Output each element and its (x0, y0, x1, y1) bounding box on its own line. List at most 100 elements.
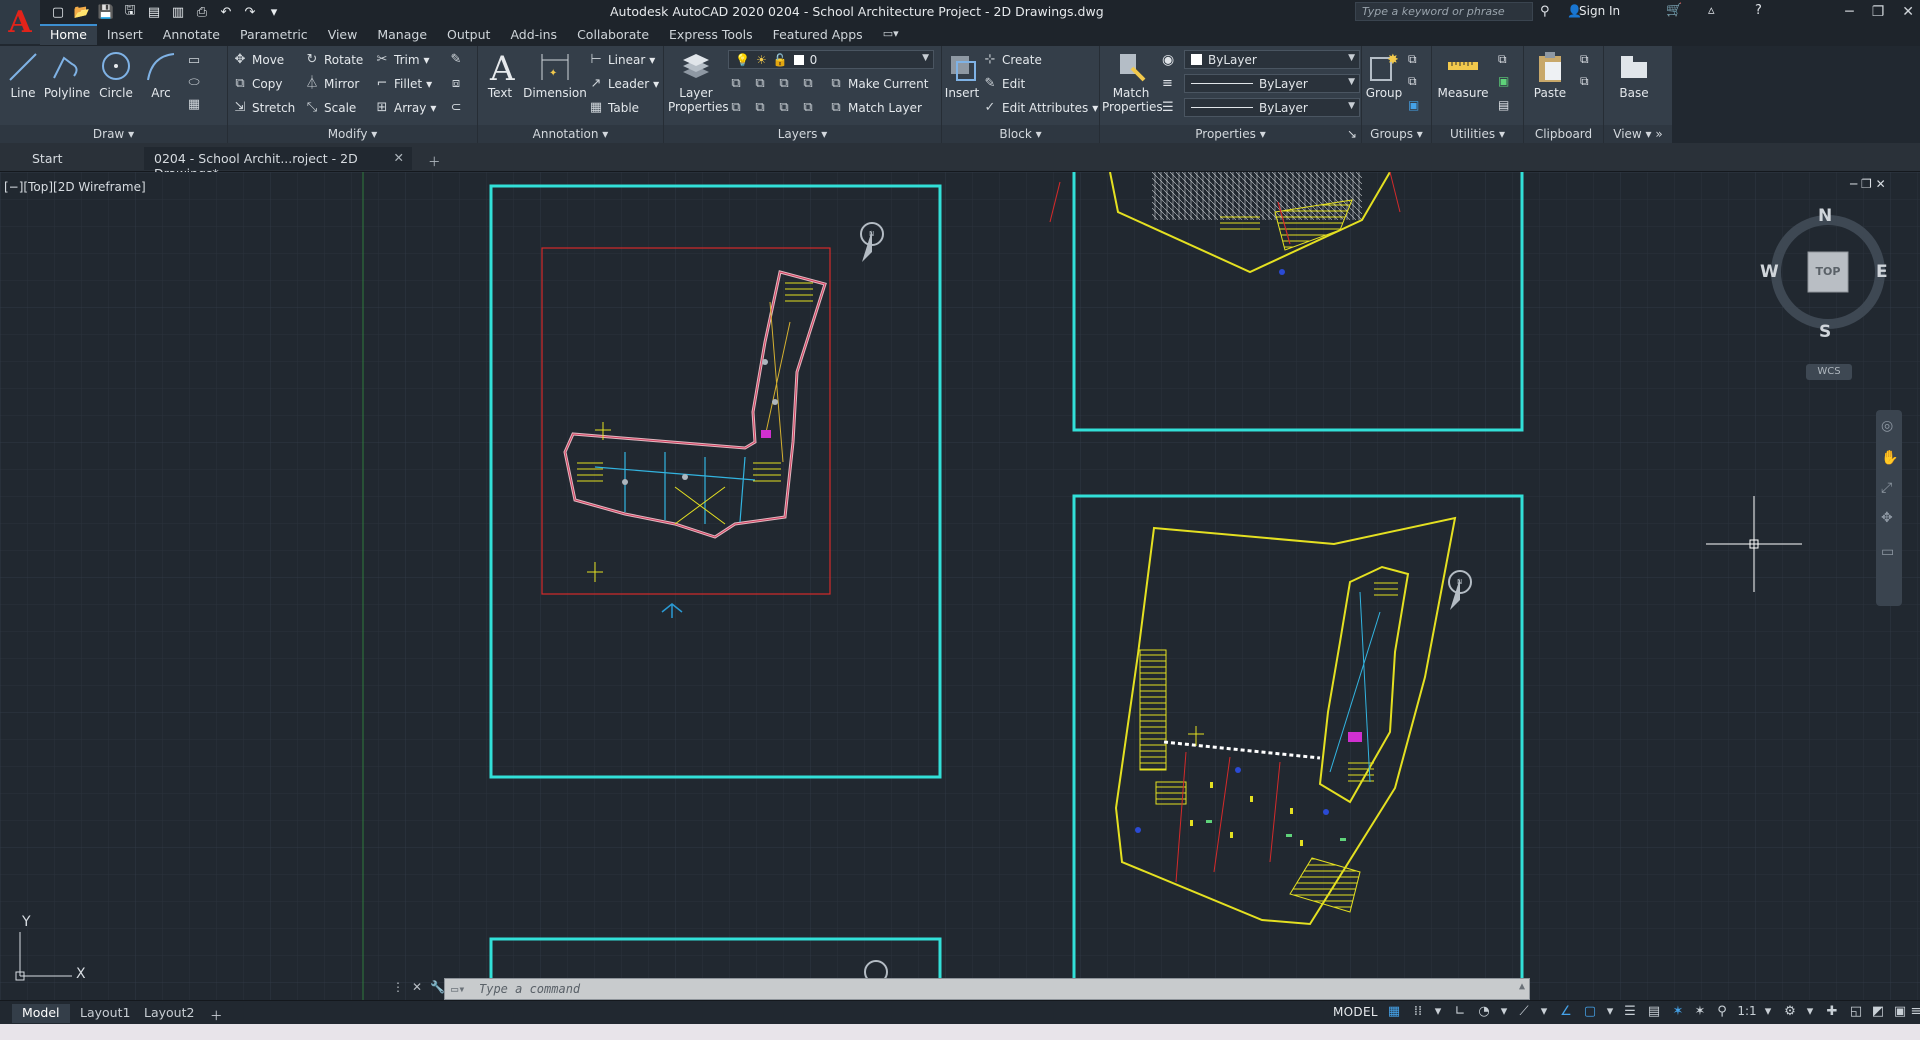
panel-launcher-icon[interactable]: ↘ (1347, 125, 1357, 143)
annotation-visibility-icon[interactable]: ✶ (1668, 1004, 1688, 1022)
stretch-button[interactable]: ⇲ Stretch (232, 98, 296, 118)
showmotion-icon[interactable]: ▭ (1881, 544, 1894, 560)
layer-off-icon[interactable]: ⧉ (728, 76, 744, 92)
auto-scale-icon[interactable]: ✶ (1690, 1004, 1710, 1022)
text-button[interactable]: A Text (484, 50, 516, 100)
create-block-button[interactable]: ⊹ Create (982, 50, 1042, 70)
close-icon[interactable]: ✕ (1902, 4, 1914, 20)
autodesk-app-icon[interactable]: ▵ (1708, 3, 1715, 18)
close-tab-icon[interactable]: ✕ (394, 150, 404, 165)
ribbon-toggle-icon[interactable]: ▭▾ (873, 24, 909, 43)
object-snap-tracking-icon[interactable]: ∠ (1556, 1004, 1576, 1022)
transparency-icon[interactable]: ▤ (1644, 1004, 1664, 1022)
isolate-objects-icon[interactable]: ◱ (1846, 1004, 1866, 1022)
tab-output[interactable]: Output (437, 24, 500, 45)
circle-button[interactable]: Circle (98, 50, 134, 100)
layout-tab-layout2[interactable]: Layout2 (134, 1004, 204, 1023)
base-view-button[interactable]: Base (1614, 50, 1654, 100)
sign-in-button[interactable]: Sign In (1565, 4, 1620, 18)
make-current-button[interactable]: ⧉ Make Current (828, 74, 928, 94)
layer-on-icon[interactable]: ⧉ (728, 100, 744, 116)
edit-block-button[interactable]: ✎ Edit (982, 74, 1026, 94)
polyline-button[interactable]: Polyline (42, 50, 92, 100)
rotate-button[interactable]: ↻ Rotate (304, 50, 364, 70)
grid-icon[interactable]: ▦ (1384, 1004, 1404, 1022)
tab-collaborate[interactable]: Collaborate (567, 24, 659, 45)
close-command-icon[interactable]: ✕ (412, 980, 422, 994)
panel-title-layers[interactable]: Layers ▾ (664, 125, 941, 143)
leader-button[interactable]: ↗ Leader ▾ (588, 74, 660, 94)
customize-qat-icon[interactable]: ▾ (264, 2, 284, 22)
save-icon[interactable]: 💾 (96, 2, 116, 22)
group-button[interactable]: ✸ Group (1364, 50, 1404, 100)
command-input[interactable]: ▭▾ Type a command ▲ (444, 978, 1530, 1000)
drawing-canvas[interactable]: N N ─ ❐ ✕ [−][Top][2D Wireframe] Y X N S… (0, 172, 1920, 1000)
model-space-toggle[interactable]: MODEL (1333, 1005, 1378, 1019)
copy-button[interactable]: ⧉ Copy (232, 74, 282, 94)
tab-express-tools[interactable]: Express Tools (659, 24, 763, 45)
ungroup-icon[interactable]: ⧉ (1408, 52, 1417, 67)
panel-title-groups[interactable]: Groups ▾ (1362, 125, 1431, 143)
annotation-scale-dropdown[interactable]: 1:1 (1734, 1004, 1760, 1022)
line-button[interactable]: Line (6, 50, 40, 100)
layer-freeze-icon[interactable]: ⧉ (776, 76, 792, 92)
add-layout-button[interactable]: ＋ (200, 1004, 233, 1023)
mirror-button[interactable]: ⏃ Mirror (304, 74, 359, 94)
panel-title-utilities[interactable]: Utilities ▾ (1432, 125, 1523, 143)
panel-title-modify[interactable]: Modify ▾ (228, 125, 477, 143)
panel-title-annotation[interactable]: Annotation ▾ (478, 125, 663, 143)
panel-title-block[interactable]: Block ▾ (942, 125, 1099, 143)
tab-view[interactable]: View (318, 24, 368, 45)
quick-select-icon[interactable]: ⧉ (1498, 52, 1507, 67)
arc-button[interactable]: Arc (144, 50, 178, 100)
compass-north[interactable]: N (1818, 206, 1832, 226)
doc-tab-start[interactable]: Start (22, 147, 142, 170)
match-properties-button[interactable]: Match Properties (1102, 50, 1163, 114)
erase-button[interactable]: ✎ (448, 50, 464, 70)
layer-properties-button[interactable]: Layer Properties (668, 50, 729, 114)
rectangle-button[interactable]: ▭ (186, 51, 202, 71)
print-icon[interactable]: ⎙ (192, 2, 212, 22)
customize-command-icon[interactable]: 🔧 (430, 980, 445, 994)
layer-dropdown[interactable]: 💡 ☀ 🔓 0 ▼ (728, 50, 934, 69)
publish-icon[interactable]: ▤ (144, 2, 164, 22)
lineweight-dropdown[interactable]: ByLayer ▼ (1184, 74, 1360, 93)
panel-title-properties[interactable]: Properties ▾ ↘ (1100, 125, 1361, 143)
panel-title-clipboard[interactable]: Clipboard (1524, 125, 1603, 143)
save-as-icon[interactable]: 🖫 (120, 2, 140, 22)
iso-menu-icon[interactable]: ▾ (1534, 1004, 1554, 1022)
edit-attributes-button[interactable]: ✓ Edit Attributes ▾ (982, 98, 1099, 118)
match-layer-button[interactable]: ⧉ Match Layer (828, 98, 922, 118)
color-dropdown[interactable]: ByLayer ▼ (1184, 50, 1360, 69)
customization-icon[interactable]: ≡ (1906, 1004, 1920, 1022)
open-icon[interactable]: 📂 (72, 2, 92, 22)
insert-button[interactable]: Insert (944, 50, 980, 100)
ellipse-button[interactable]: ⬭ (186, 73, 202, 93)
fillet-button[interactable]: ⌐ Fillet ▾ (374, 74, 433, 94)
snap-icon[interactable]: ⁞⁞ (1408, 1004, 1428, 1022)
new-tab-button[interactable]: ＋ (418, 147, 451, 170)
plot-icon[interactable]: ▥ (168, 2, 188, 22)
tab-manage[interactable]: Manage (367, 24, 437, 45)
scale-button[interactable]: ⤡ Scale (304, 98, 357, 118)
chevron-up-icon[interactable]: ▲ (1519, 981, 1525, 992)
ortho-icon[interactable]: ∟ (1450, 1004, 1470, 1022)
panel-title-draw[interactable]: Draw ▾ (0, 125, 227, 143)
polar-icon[interactable]: ◔ (1474, 1004, 1494, 1022)
layer-unlock-icon[interactable]: ⧉ (800, 100, 816, 116)
copy-clip-icon[interactable]: ⧉ (1580, 52, 1589, 67)
binoculars-icon[interactable]: ⚲ (1540, 4, 1550, 19)
command-history-icon[interactable]: ▭▾ (451, 982, 465, 996)
pan-icon[interactable]: ✋ (1881, 450, 1898, 466)
undo-icon[interactable]: ↶ (216, 2, 236, 22)
hardware-acceleration-icon[interactable]: ◩ (1868, 1004, 1888, 1022)
linetype-dropdown[interactable]: ByLayer ▼ (1184, 98, 1360, 117)
viewcube[interactable]: N S E W TOP (1760, 206, 1890, 350)
layer-unisolate-icon[interactable]: ⧉ (752, 100, 768, 116)
restore-icon[interactable]: ❐ (1872, 4, 1885, 20)
paste-button[interactable]: Paste (1530, 50, 1570, 100)
tab-parametric[interactable]: Parametric (230, 24, 318, 45)
annotation-monitor-icon[interactable]: ⚲ (1712, 1004, 1732, 1022)
offset-button[interactable]: ⊂ (448, 98, 464, 118)
layout-tab-layout1[interactable]: Layout1 (70, 1004, 140, 1023)
